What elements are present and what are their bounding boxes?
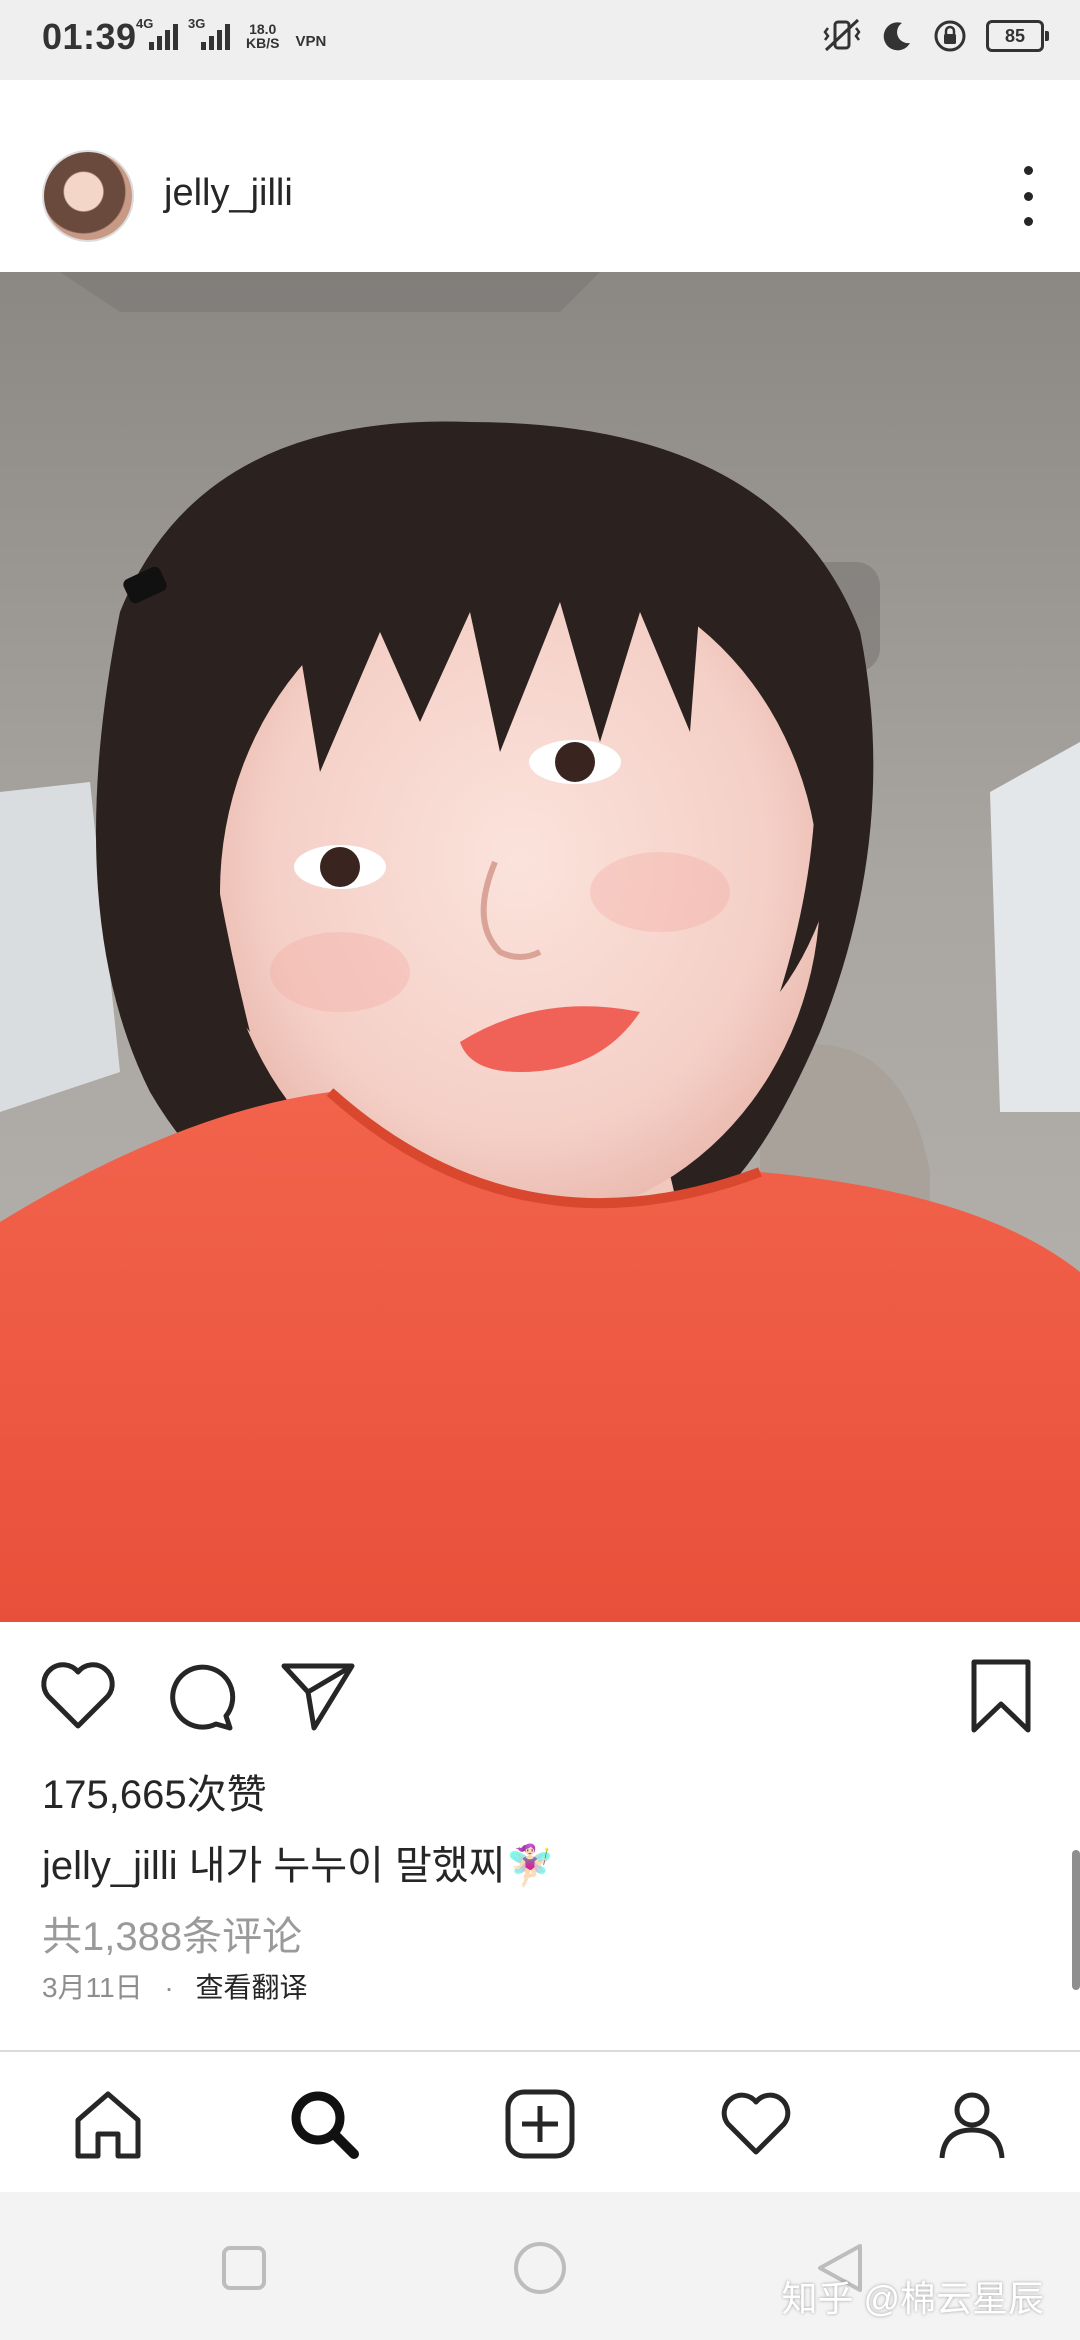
- caption-text: 내가 누누이 말했찌🧚🏻‍♀️: [188, 1844, 556, 1888]
- watermark: 知乎 @棉云星辰: [781, 2278, 1044, 2319]
- status-bar: 01:39 4G 3G 18.0 KB/S VPN 85: [0, 0, 1080, 80]
- home-icon[interactable]: [70, 2086, 146, 2162]
- lock-rotation-icon: [934, 20, 966, 52]
- post-username[interactable]: jelly_jilli: [164, 172, 293, 215]
- post-date: 3月11日: [42, 1972, 143, 2003]
- more-options-icon[interactable]: [1016, 166, 1040, 226]
- share-icon[interactable]: [278, 1658, 358, 1734]
- view-comments-link[interactable]: 共1,388条评论: [42, 1904, 302, 1962]
- caption-username[interactable]: jelly_jilli: [42, 1844, 178, 1888]
- scrollbar[interactable]: [1072, 1850, 1080, 1990]
- recents-icon[interactable]: [220, 2244, 268, 2292]
- caption: jelly_jilli 내가 누누이 말했찌🧚🏻‍♀️: [42, 1833, 555, 1891]
- post-actions: [0, 1622, 1080, 1772]
- status-right: 85: [822, 18, 1049, 54]
- search-icon[interactable]: [286, 2086, 362, 2162]
- activity-icon[interactable]: [718, 2086, 794, 2162]
- likes-count[interactable]: 175,665次赞: [42, 1762, 267, 1820]
- network-speed: 18.0 KB/S: [246, 21, 280, 51]
- post-header: jelly_jilli: [0, 80, 1080, 272]
- photo-illustration: [0, 272, 1080, 1622]
- profile-icon[interactable]: [934, 2086, 1010, 2162]
- bookmark-icon[interactable]: [968, 1658, 1034, 1734]
- comment-icon[interactable]: [160, 1658, 236, 1734]
- bottom-tab-bar: [0, 2050, 1080, 2194]
- network-indicators: 4G 3G 18.0 KB/S VPN: [136, 16, 327, 51]
- signal-4g-icon: 4G: [136, 16, 178, 50]
- home-circle-icon[interactable]: [512, 2240, 568, 2296]
- battery-icon: 85: [986, 20, 1049, 52]
- vpn-badge: VPN: [295, 33, 327, 50]
- translate-link[interactable]: 查看翻译: [196, 1972, 308, 2003]
- heart-icon[interactable]: [38, 1658, 118, 1734]
- signal-3g-icon: 3G: [188, 16, 230, 50]
- meta-separator: ·: [164, 1972, 174, 2003]
- new-post-icon[interactable]: [502, 2086, 578, 2162]
- post-meta: 3月11日 · 查看翻译: [42, 1966, 308, 2006]
- vibrate-icon: [823, 18, 861, 52]
- status-time: 01:39: [42, 16, 137, 57]
- avatar[interactable]: [42, 150, 134, 242]
- post-photo[interactable]: [0, 272, 1080, 1622]
- moon-icon: [883, 22, 910, 51]
